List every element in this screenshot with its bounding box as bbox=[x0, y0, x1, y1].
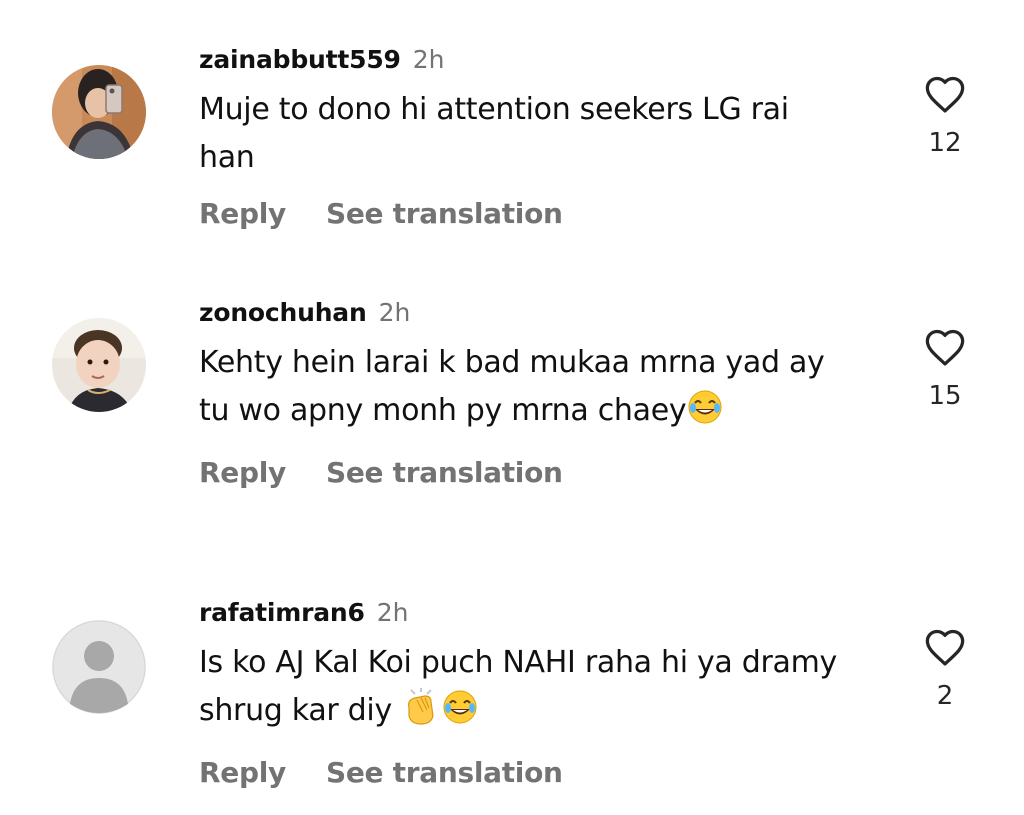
like-count: 12 bbox=[928, 128, 962, 158]
comment-body: rafatimran6 2h Is ko AJ Kal Koi puch NAHI… bbox=[199, 593, 879, 795]
comment-actions: Reply See translation bbox=[199, 451, 879, 495]
comment-meta: zonochuhan 2h bbox=[199, 293, 879, 333]
timestamp: 2h bbox=[412, 45, 445, 74]
timestamp: 2h bbox=[378, 298, 411, 327]
username[interactable]: zonochuhan bbox=[199, 298, 367, 327]
reply-button[interactable]: Reply bbox=[199, 451, 286, 495]
username[interactable]: zainabbutt559 bbox=[199, 45, 401, 74]
comment-text: Muje to dono hi attention seekers LG rai… bbox=[199, 92, 789, 175]
like-control: 15 bbox=[918, 327, 972, 411]
like-control: 2 bbox=[918, 627, 972, 711]
comment-meta: rafatimran6 2h bbox=[199, 593, 879, 633]
timestamp: 2h bbox=[376, 598, 409, 627]
like-count: 2 bbox=[936, 681, 954, 711]
comment-actions: Reply See translation bbox=[199, 192, 879, 236]
comment-body: zainabbutt559 2h Muje to dono hi attentio… bbox=[199, 40, 879, 236]
see-translation-button[interactable]: See translation bbox=[326, 451, 563, 495]
like-control: 12 bbox=[918, 74, 972, 158]
comment-text: Is ko AJ Kal Koi puch NAHI raha hi ya dr… bbox=[199, 639, 839, 741]
heart-icon[interactable] bbox=[918, 327, 972, 367]
comment-meta: zainabbutt559 2h bbox=[199, 40, 879, 80]
avatar[interactable] bbox=[52, 318, 146, 412]
avatar[interactable] bbox=[52, 65, 146, 159]
comment-actions: Reply See translation bbox=[199, 751, 879, 795]
comment-text-content: Is ko AJ Kal Koi puch NAHI raha hi ya dr… bbox=[199, 645, 837, 728]
like-count: 15 bbox=[928, 381, 962, 411]
heart-icon[interactable] bbox=[918, 627, 972, 667]
see-translation-button[interactable]: See translation bbox=[326, 751, 563, 795]
face-with-tears-of-joy-icon bbox=[686, 388, 724, 441]
comment-body: zonochuhan 2h Kehty hein larai k bad muka… bbox=[199, 293, 879, 495]
comment-text-content: Kehty hein larai k bad mukaa mrna yad ay… bbox=[199, 345, 825, 428]
reply-button[interactable]: Reply bbox=[199, 192, 286, 236]
face-with-tears-of-joy-icon bbox=[441, 688, 479, 741]
heart-icon[interactable] bbox=[918, 74, 972, 114]
username[interactable]: rafatimran6 bbox=[199, 598, 365, 627]
clapping-hands-icon bbox=[401, 688, 441, 741]
default-avatar[interactable] bbox=[52, 620, 146, 714]
comment-text: Kehty hein larai k bad mukaa mrna yad ay… bbox=[199, 339, 839, 441]
see-translation-button[interactable]: See translation bbox=[326, 192, 563, 236]
reply-button[interactable]: Reply bbox=[199, 751, 286, 795]
